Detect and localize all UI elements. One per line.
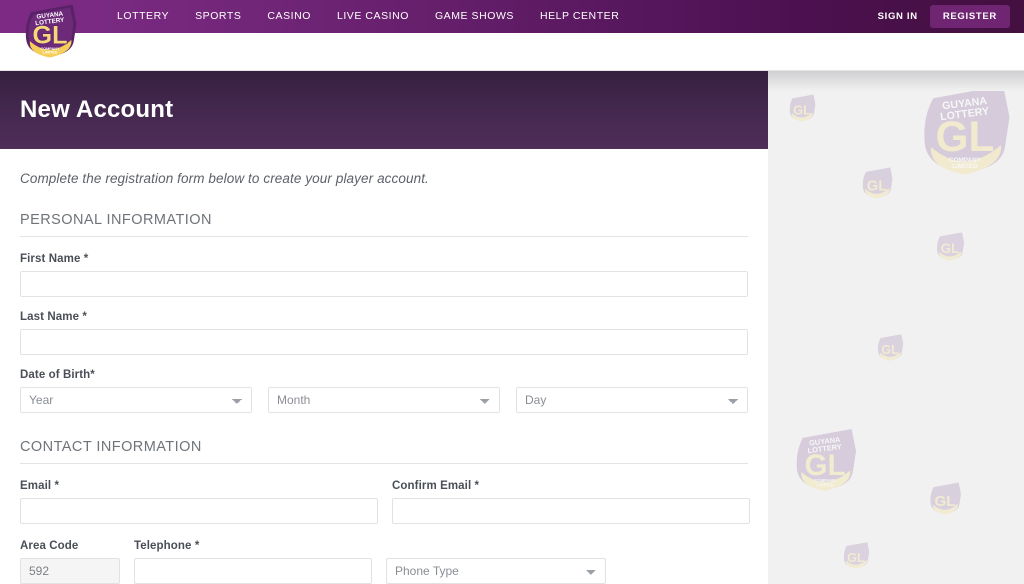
svg-text:GL: GL xyxy=(941,241,960,256)
svg-text:LIMITED: LIMITED xyxy=(42,51,57,55)
area-code-label: Area Code xyxy=(20,540,79,552)
date-of-birth-label: Date of Birth* xyxy=(20,369,95,381)
last-name-group: Last Name * xyxy=(20,311,748,355)
main-navigation: LOTTERY SPORTS CASINO LIVE CASINO GAME S… xyxy=(104,0,632,33)
page-banner: New Account xyxy=(0,71,768,149)
email-label: Email * xyxy=(20,480,60,492)
watermark-gl-icon: GL xyxy=(858,166,896,200)
first-name-label: First Name * xyxy=(20,253,89,265)
email-row: Email * Confirm Email * xyxy=(20,480,750,524)
svg-text:GL: GL xyxy=(881,343,899,357)
side-decoration-panel: GL GUYANA LOTTERY GL COMPANY LIMITED GL xyxy=(768,71,1024,584)
header-white-strip xyxy=(0,33,1024,71)
svg-text:GL: GL xyxy=(32,22,67,50)
email-group: Email * xyxy=(20,480,378,524)
last-name-input[interactable] xyxy=(20,329,748,355)
watermark-gl-icon: GL xyxy=(933,231,967,262)
nav-item-casino[interactable]: CASINO xyxy=(254,0,324,33)
dob-group: Date of Birth* Year Month Day xyxy=(20,369,748,413)
svg-text:GL: GL xyxy=(793,102,811,117)
svg-text:GL: GL xyxy=(847,551,865,565)
sign-in-link[interactable]: SIGN IN xyxy=(878,11,918,22)
svg-text:GL: GL xyxy=(804,449,845,482)
watermark-gl-icon: GL xyxy=(840,541,872,570)
svg-text:LIMITED: LIMITED xyxy=(816,483,834,488)
confirm-email-label: Confirm Email * xyxy=(392,480,480,492)
last-name-label: Last Name * xyxy=(20,311,87,323)
phone-type-select[interactable]: Phone Type xyxy=(386,558,606,584)
nav-item-help-center[interactable]: HELP CENTER xyxy=(527,0,632,33)
first-name-input[interactable] xyxy=(20,271,748,297)
watermark-gl-icon: GUYANA LOTTERY GL COMPANY LIMITED xyxy=(912,81,1018,179)
dob-year-select[interactable]: Year xyxy=(20,387,252,413)
telephone-group: Telephone * xyxy=(134,540,372,584)
section-heading-personal: PERSONAL INFORMATION xyxy=(20,212,748,237)
nav-item-sports[interactable]: SPORTS xyxy=(182,0,254,33)
svg-text:GL: GL xyxy=(936,113,995,160)
confirm-email-input[interactable] xyxy=(392,498,750,524)
nav-item-game-shows[interactable]: GAME SHOWS xyxy=(422,0,527,33)
dob-day-select[interactable]: Day xyxy=(516,387,748,413)
header-actions: SIGN IN REGISTER xyxy=(878,5,1024,28)
phone-type-group: Phone Type xyxy=(386,558,606,584)
first-name-group: First Name * xyxy=(20,253,748,297)
watermark-gl-icon: GL xyxy=(786,93,818,123)
confirm-email-group: Confirm Email * xyxy=(392,480,750,524)
area-code-group: Area Code xyxy=(20,540,120,584)
page-title: New Account xyxy=(20,96,174,123)
nav-item-live-casino[interactable]: LIVE CASINO xyxy=(324,0,422,33)
watermark-gl-icon: GL xyxy=(874,333,906,362)
register-button[interactable]: REGISTER xyxy=(929,5,1010,28)
email-input[interactable] xyxy=(20,498,378,524)
brand-logo-icon[interactable]: GUYANA LOTTERY GL COMPANY LIMITED xyxy=(18,2,82,60)
svg-text:LIMITED: LIMITED xyxy=(952,163,978,170)
telephone-label: Telephone * xyxy=(134,540,200,552)
phone-row: Area Code Telephone * Phone Type xyxy=(20,540,748,584)
site-header: LOTTERY SPORTS CASINO LIVE CASINO GAME S… xyxy=(0,0,1024,33)
watermark-gl-icon: GL xyxy=(926,481,964,516)
registration-form: Complete the registration form below to … xyxy=(0,149,768,584)
form-column: New Account Complete the registration fo… xyxy=(0,71,768,584)
svg-text:GL: GL xyxy=(934,493,955,510)
page-body: New Account Complete the registration fo… xyxy=(0,71,1024,584)
telephone-input[interactable] xyxy=(134,558,372,584)
form-intro-text: Complete the registration form below to … xyxy=(20,171,429,186)
date-of-birth-row: Year Month Day xyxy=(20,387,748,413)
dob-month-select[interactable]: Month xyxy=(268,387,500,413)
area-code-input[interactable] xyxy=(20,558,120,584)
watermark-gl-icon: GUYANA LOTTERY GL COMPANY LIMITED xyxy=(788,426,862,494)
svg-text:GL: GL xyxy=(867,178,888,194)
nav-item-lottery[interactable]: LOTTERY xyxy=(104,0,182,33)
section-heading-contact: CONTACT INFORMATION xyxy=(20,439,748,464)
